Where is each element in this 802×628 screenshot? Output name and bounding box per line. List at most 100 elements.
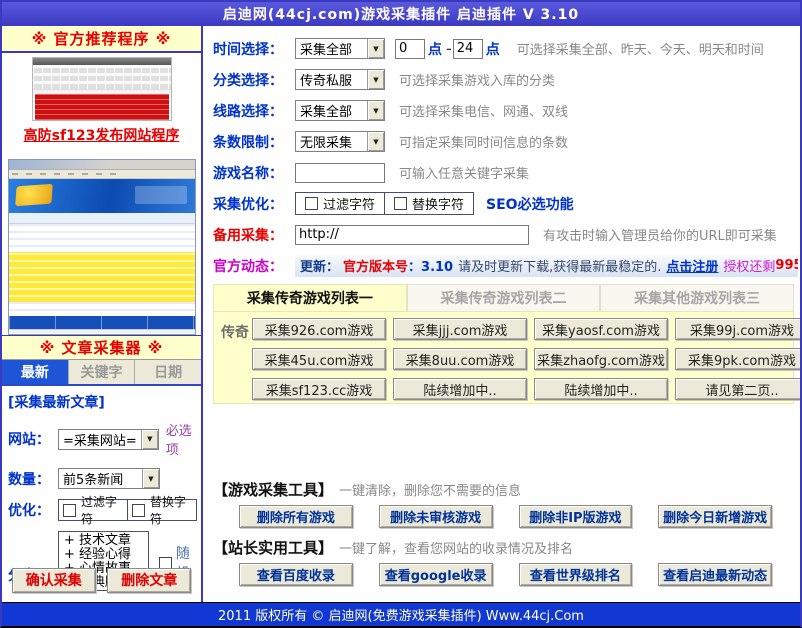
game-list-panel: 传奇 采集926.com游戏 采集jjj.com游戏 采集yaosf.com游戏… [213, 311, 794, 404]
tab-game-list-1[interactable]: 采集传奇游戏列表一 [213, 284, 407, 311]
time-label: 时间选择： [213, 39, 295, 59]
backup-label: 备用采集： [213, 225, 295, 245]
collect-game-button[interactable]: 采集9pk.com游戏 [675, 348, 800, 370]
delete-article-button[interactable]: 删除文章 [107, 568, 191, 593]
collect-game-button[interactable]: 采集8uu.com游戏 [393, 348, 527, 370]
optimize-row: 优化： 过滤字符 替换字符 [8, 499, 197, 521]
chevron-down-icon: ▼ [142, 469, 159, 488]
filter-option: 过滤字符 [296, 193, 384, 214]
section-title: [采集最新文章] [8, 392, 197, 412]
count-select[interactable]: 前5条新闻 ▼ [58, 468, 160, 489]
limit-select-value: 无限采集 [296, 132, 367, 151]
line-desc: 可选择采集电信、网通、双线 [399, 101, 568, 120]
limit-label: 条数限制： [213, 132, 295, 152]
next-page-button[interactable]: 请见第二页.. [675, 378, 800, 400]
site-select-value: =采集网站= [59, 430, 141, 449]
site-select[interactable]: =采集网站= ▼ [58, 429, 159, 450]
category-item[interactable]: + 技术文章 [64, 534, 148, 548]
check-baidu-index-button[interactable]: 查看百度收录 [239, 563, 353, 586]
main-panel: 时间选择： 采集全部 ▼ 点 - 点 可选择采集全部、昨天、今天、明天和时间 分… [203, 26, 800, 602]
confirm-collect-button[interactable]: 确认采集 [12, 568, 96, 593]
category-select-value: 传奇私服 [296, 70, 367, 89]
collect-game-button[interactable]: 采集sf123.cc游戏 [252, 378, 386, 400]
category-select-row: 分类选择： 传奇私服 ▼ 可选择采集游戏入库的分类 [213, 64, 800, 95]
thumbnail-linkgrid [33, 65, 171, 89]
replace-option: 替换字符 [127, 500, 196, 520]
game-tools-title: 【游戏采集工具】 [213, 479, 333, 500]
delete-today-new-games-button[interactable]: 删除今日新增游戏 [658, 505, 772, 528]
limit-row: 条数限制： 无限采集 ▼ 可指定采集同时间信息的条数 [213, 126, 800, 157]
check-qidi-news-button[interactable]: 查看启迪最新动态 [658, 563, 772, 586]
tab-game-list-3[interactable]: 采集其他游戏列表三 [600, 284, 794, 311]
chevron-down-icon: ▼ [367, 39, 384, 58]
thumbnail-red-banner [35, 94, 169, 120]
site-row: 网站： =采集网站= ▼ 必选项 [8, 420, 197, 458]
hour-to-input[interactable] [453, 39, 483, 59]
delete-non-ip-games-button[interactable]: 删除非IP版游戏 [519, 505, 633, 528]
chevron-down-icon: ▼ [367, 101, 384, 120]
game-tools-header: 【游戏采集工具】 一键清除，删除您不需要的信息 [213, 479, 794, 500]
collect-game-button[interactable]: 陆续增加中.. [393, 378, 527, 400]
thumbnail-window-chrome [9, 160, 195, 170]
thumbnail-footer-band [9, 316, 195, 329]
collect-game-button[interactable]: 采集45u.com游戏 [252, 348, 386, 370]
app-window: 启迪网(44cj.com)游戏采集插件 启迪插件 V 3.10 ※ 官方推荐程序… [0, 0, 802, 628]
app-title: 启迪网(44cj.com)游戏采集插件 启迪插件 V 3.10 [223, 4, 579, 24]
games-category-label: 传奇 [218, 318, 252, 397]
sidebar-tab-latest[interactable]: 最新 [2, 360, 69, 384]
official-news-row: 官方动态： 更新： 官方版本号 ：3.10 请及时更新下载,获得最新最稳定的. … [213, 250, 800, 281]
promo-link[interactable]: 高防sf123发布网站程序 [24, 125, 180, 145]
promo-header: ※ 官方推荐程序 ※ [2, 26, 201, 53]
hour-unit-label: 点 [486, 39, 500, 59]
hour-unit-label: 点 [428, 39, 442, 59]
check-world-rank-button[interactable]: 查看世界级排名 [519, 563, 633, 586]
collect-game-button[interactable]: 采集926.com游戏 [252, 318, 386, 340]
sidebar-tab-keyword[interactable]: 关键字 [69, 360, 136, 384]
line-select-label: 线路选择： [213, 101, 295, 121]
hour-from-input[interactable] [395, 39, 425, 59]
promo-site-thumbnail[interactable] [32, 57, 172, 121]
article-collector-header: ※ 文章采集器 ※ [2, 335, 201, 360]
category-item[interactable]: + 经验心得 [64, 548, 148, 562]
sidebar-tab-date[interactable]: 日期 [135, 360, 201, 384]
delete-all-games-button[interactable]: 删除所有游戏 [239, 505, 353, 528]
collect-game-button[interactable]: 陆续增加中.. [534, 378, 668, 400]
collect-game-button[interactable]: 采集99j.com游戏 [675, 318, 800, 340]
official-news-label: 官方动态： [213, 256, 295, 276]
version-number: ：3.10 [408, 256, 453, 275]
game-name-input[interactable] [295, 163, 385, 183]
required-note: 必选项 [166, 420, 197, 458]
line-select[interactable]: 采集全部 ▼ [295, 100, 385, 121]
tab-game-list-2[interactable]: 采集传奇游戏列表二 [407, 284, 601, 311]
promo-area: 高防sf123发布网站程序 [2, 53, 201, 157]
check-google-index-button[interactable]: 查看google收录 [379, 563, 493, 586]
category-select[interactable]: 传奇私服 ▼ [295, 69, 385, 90]
collect-game-button[interactable]: 采集yaosf.com游戏 [534, 318, 668, 340]
limit-desc: 可指定采集同时间信息的条数 [399, 132, 568, 151]
site-tools-title: 【站长实用工具】 [213, 537, 333, 558]
replace-checkbox[interactable] [394, 197, 407, 210]
site-tools-buttons: 查看百度收录 查看google收录 查看世界级排名 查看启迪最新动态 [239, 563, 772, 586]
version-label: 官方版本号 [343, 256, 408, 275]
seo-note: SEO必选功能 [486, 194, 574, 214]
backup-url-input[interactable] [295, 225, 529, 245]
collect-game-button[interactable]: 采集zhaofg.com游戏 [534, 348, 668, 370]
count-row: 数量： 前5条新闻 ▼ [8, 468, 197, 489]
thumbnail-table-rows [9, 224, 195, 252]
filter-option: 过滤字符 [59, 500, 127, 520]
collect-game-button[interactable]: 采集jjj.com游戏 [393, 318, 527, 340]
game-tools-desc: 一键清除，删除您不需要的信息 [339, 480, 521, 499]
article-site-thumbnail[interactable] [8, 159, 196, 335]
filter-checkbox[interactable] [305, 197, 318, 210]
delete-unaudited-games-button[interactable]: 删除未审核游戏 [379, 505, 493, 528]
category-desc: 可选择采集游戏入库的分类 [399, 70, 555, 89]
count-label: 数量： [8, 469, 58, 489]
category-select-label: 分类选择： [213, 70, 295, 90]
limit-select[interactable]: 无限采集 ▼ [295, 131, 385, 152]
time-select[interactable]: 采集全部 ▼ [295, 38, 385, 59]
register-link[interactable]: 点击注册 [666, 256, 718, 275]
thumbnail-topbar [33, 58, 171, 65]
filter-checkbox[interactable] [63, 504, 76, 517]
window-body: ※ 官方推荐程序 ※ 高防sf123发布网站程序 [2, 26, 800, 602]
replace-checkbox[interactable] [132, 504, 145, 517]
